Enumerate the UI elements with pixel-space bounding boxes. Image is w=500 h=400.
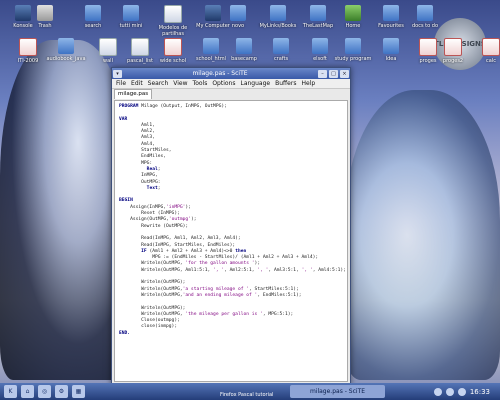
desktop-icon-label: calc	[486, 58, 496, 64]
code-line: Text;	[146, 185, 161, 191]
code-content[interactable]: PROGRAM Milage (Output, InMPG, OutMPG); …	[115, 101, 347, 340]
battery-icon[interactable]	[458, 388, 466, 396]
desktop-icons: Konsole Trash search tutti mini Modelos de p…	[0, 0, 500, 70]
doc-icon	[99, 38, 117, 56]
folder-icon	[417, 5, 433, 21]
clock: 16:33	[469, 388, 490, 396]
desktop-icon-label: audiobook_java	[46, 56, 86, 62]
folder-icon	[270, 5, 286, 21]
close-icon[interactable]: ×	[340, 69, 349, 78]
task-firefox[interactable]: Firefox Pascal tutorial	[220, 392, 310, 400]
doc-icon	[164, 5, 182, 23]
tab-bar: milage.pas	[112, 89, 350, 99]
minimize-icon[interactable]: –	[318, 69, 327, 78]
network-icon[interactable]	[434, 388, 442, 396]
code-line: Read(InMPG, StartMiles, EndMiles);	[141, 242, 236, 248]
window-title: milage.pas - SciTE	[192, 70, 248, 77]
folder-icon	[58, 38, 74, 54]
browser-icon[interactable]: ◎	[38, 385, 51, 398]
maximize-icon[interactable]: □	[329, 69, 338, 78]
desktop-switch-icon[interactable]: ▦	[72, 385, 85, 398]
code-line: END.	[119, 330, 131, 336]
folder-icon	[345, 38, 361, 54]
folder-icon	[236, 38, 252, 54]
code-line: Aml2,	[141, 129, 155, 135]
code-line: Assign(OutMPG,'outmpg');	[119, 217, 197, 223]
desktop-icon-13[interactable]: audiobook_java	[43, 38, 89, 68]
desktop-icon-1[interactable]: Trash	[22, 5, 68, 35]
pdf-icon	[164, 38, 182, 56]
code-editor[interactable]: PROGRAM Milage (Output, InMPG, OutMPG); …	[114, 100, 348, 382]
code-line: StartMiles,	[141, 148, 172, 154]
code-line: close(inmpg);	[141, 324, 178, 330]
code-line: MPG:	[141, 160, 153, 166]
menu-buffers[interactable]: Buffers	[275, 80, 296, 87]
folder-icon	[383, 38, 399, 54]
desktop-icon-3[interactable]: tutti mini	[108, 5, 154, 35]
folder-icon	[273, 38, 289, 54]
window-titlebar[interactable]: ▾ milage.pas - SciTE – □ ×	[112, 68, 350, 79]
code-line: Writeln(OutMPG, 'the mileage per gallon …	[119, 311, 294, 317]
code-line: Writeln(OutMPG, Aml1:5:1, ', ', Aml2:5:1…	[119, 267, 346, 273]
code-line: Writeln(OutMPG,'and an ending mileage of…	[119, 292, 302, 298]
code-line: Writeln(OutMPG,'a starting mileage of ',…	[119, 286, 299, 292]
home-icon	[345, 5, 361, 21]
trash-icon	[37, 5, 53, 21]
folder-icon	[310, 5, 326, 21]
code-line: PROGRAM Milage (Output, InMPG, OutMPG);	[119, 104, 227, 109]
menu-view[interactable]: View	[173, 80, 187, 87]
pdf-icon	[444, 38, 462, 56]
code-line: MPG := (EndMiles - StartMiles)/ (Aml1 + …	[152, 255, 319, 261]
tab-milage[interactable]: milage.pas	[114, 89, 153, 99]
code-line: InMPG,	[141, 173, 158, 179]
menu-language[interactable]: Language	[240, 80, 270, 87]
code-line: Reset (InMPG);	[141, 211, 180, 217]
pdf-icon	[482, 38, 500, 56]
menu-help[interactable]: Help	[301, 80, 315, 87]
folder-icon	[383, 5, 399, 21]
window-menu-icon[interactable]: ▾	[113, 69, 122, 78]
home-icon[interactable]: ⌂	[21, 385, 34, 398]
desktop-icon-25[interactable]: calc	[468, 38, 500, 70]
desktop-icon-label: tutti mini	[119, 23, 143, 29]
taskbar: K ⌂ ◎ ⚙ ▦ milage.pas - SciTE Firefox Pas…	[0, 383, 500, 400]
code-line: Aml1,	[141, 122, 155, 128]
code-line: OutMPG:	[141, 179, 161, 185]
volume-icon[interactable]	[446, 388, 454, 396]
code-line: Writeln(OutMPG);	[141, 305, 186, 311]
desktop-icon-label: Trash	[38, 23, 52, 29]
code-line: Writeln(OutMPG);	[141, 280, 186, 286]
folder-icon	[85, 5, 101, 21]
code-line: BEGIN	[119, 198, 133, 204]
pdf-icon	[19, 38, 37, 56]
code-line: IF (Aml1 + Aml2 + Aml3 + Aml4)<>0 then	[141, 248, 247, 254]
menu-edit[interactable]: Edit	[131, 80, 143, 87]
menu-search[interactable]: Search	[148, 80, 169, 87]
folder-icon	[203, 38, 219, 54]
menu-bar: File Edit Search View Tools Options Lang…	[112, 79, 350, 89]
code-line: VAR	[119, 116, 128, 122]
doc-icon	[131, 38, 149, 56]
code-line: EndMiles,	[141, 154, 167, 160]
code-line: Writeln(OutMPG, 'for the gallon amounts …	[119, 261, 261, 267]
code-line: Read(InMPG, Aml1, Aml2, Aml3, Aml4);	[141, 236, 241, 242]
menu-options[interactable]: Options	[212, 80, 235, 87]
menu-tools[interactable]: Tools	[193, 80, 208, 87]
kde-menu-icon[interactable]: K	[4, 385, 17, 398]
menu-file[interactable]: File	[116, 80, 126, 87]
code-line: Rewrite (OutMPG);	[141, 223, 189, 229]
code-line: Real;	[146, 166, 161, 172]
code-line: Aml4,	[141, 141, 155, 147]
folder-icon	[312, 38, 328, 54]
folder-icon	[230, 5, 246, 21]
wallpaper-chess-right	[345, 90, 500, 380]
folder-icon	[123, 5, 139, 21]
settings-icon[interactable]: ⚙	[55, 385, 68, 398]
code-line: Close(outmpg);	[141, 318, 180, 324]
desktop-icon-11[interactable]: docs to do	[402, 5, 448, 35]
scite-window[interactable]: ▾ milage.pas - SciTE – □ × File Edit Sea…	[111, 67, 351, 385]
code-line: Assign(InMPG,'inMPG');	[119, 204, 191, 210]
code-line: Aml3,	[141, 135, 155, 141]
desktop-icon-label: docs to do	[411, 23, 439, 29]
